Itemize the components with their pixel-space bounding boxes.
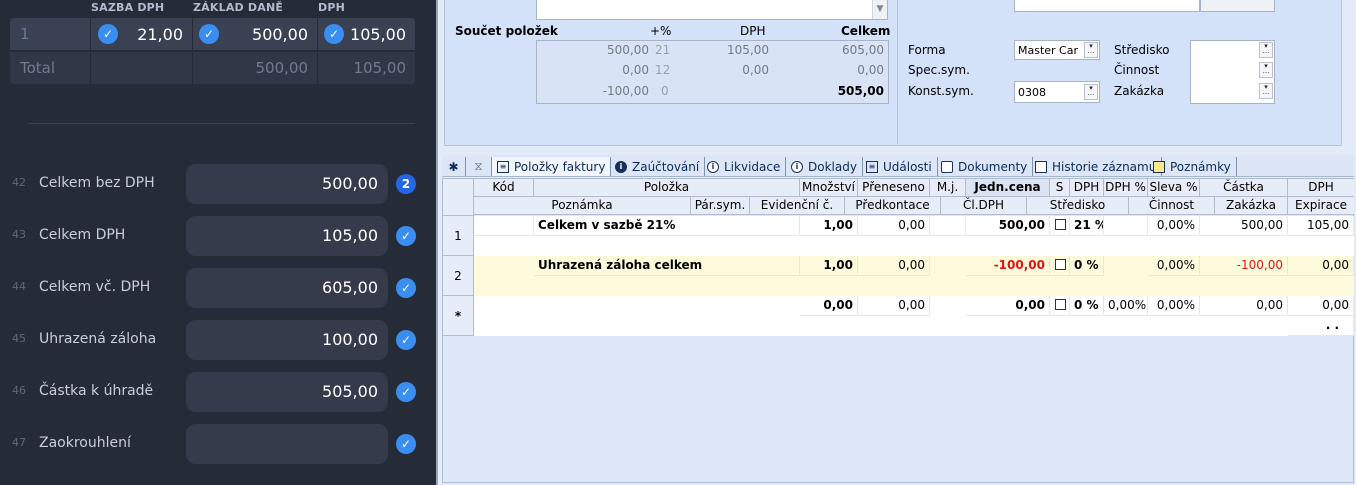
total-ex-vat-field[interactable]: 500,00 <box>186 164 388 204</box>
check-icon[interactable]: ✓ <box>98 24 118 44</box>
center-activity-order-box[interactable]: ▾ ··· ▾ ··· ▾ ··· <box>1190 40 1275 104</box>
scroll-down-icon[interactable]: ▼ <box>872 0 887 19</box>
vat-rate-cell[interactable]: ✓ 21,00 <box>91 18 193 50</box>
vat-row-index: 1 <box>10 18 91 50</box>
total-label: Total <box>10 52 91 84</box>
vat-total-row: Total 500,00 105,00 <box>10 52 415 84</box>
row-selector[interactable]: 2 <box>443 256 474 296</box>
vat-row: 1 ✓ 21,00 ✓ 500,00 ✓ 105,00 <box>10 18 415 50</box>
check-icon[interactable]: ✓ <box>396 278 416 298</box>
dropdown-icon[interactable]: ▾ ··· <box>1259 42 1273 58</box>
dropdown-icon[interactable]: ▾ ··· <box>1259 62 1273 78</box>
summary-panel: SAZBA DPH ZÁKLAD DANĚ DPH 1 ✓ 21,00 ✓ 50… <box>0 0 436 485</box>
tab-likvidace[interactable]: i Likvidace <box>702 157 787 176</box>
summary-line-rounding: 47 Zaokrouhlení ✓ <box>10 424 422 464</box>
tab-doklady[interactable]: i Doklady <box>786 157 863 176</box>
items-grid: Kód Položka Množství Přeneseno M.j. Jedn… <box>442 178 1354 483</box>
divider <box>28 123 415 124</box>
deposit-field[interactable]: 100,00 <box>186 320 388 360</box>
dropdown-icon[interactable]: ▾ ··· <box>1259 83 1273 99</box>
payment-form-select[interactable]: Master Car ▾ ··· <box>1014 40 1100 60</box>
check-icon[interactable]: ✓ <box>396 226 416 246</box>
info-icon: i <box>791 160 803 173</box>
summary-line-total-ex-vat: 42 Celkem bez DPH 500,00 2 <box>10 164 422 204</box>
tab-dokumenty[interactable]: Dokumenty <box>936 157 1034 176</box>
tax-base-header: ZÁKLAD DANĚ <box>193 1 284 14</box>
check-icon[interactable]: ✓ <box>396 382 416 402</box>
invoice-window: ▼ Součet položek +% DPH Celkem 500,00 21… <box>436 0 1356 485</box>
tab-udalosti[interactable]: ≡ Události <box>861 157 938 176</box>
tab-historie[interactable]: Historie záznamu <box>1030 157 1163 176</box>
check-icon[interactable]: ✓ <box>324 24 344 44</box>
new-row-selector[interactable]: * <box>443 296 474 336</box>
summary-line-amount-due: 46 Částka k úhradě 505,00 ✓ <box>10 372 422 412</box>
filter-icon[interactable]: ⧖ <box>466 157 492 176</box>
total-vat-cell: 105,00 <box>353 59 407 77</box>
grid-corner <box>443 179 474 216</box>
dropdown-icon[interactable]: ▾ ··· <box>1084 84 1098 100</box>
info-icon: i <box>707 160 719 173</box>
constant-symbol-select[interactable]: 0308 ▾ ··· <box>1014 81 1100 103</box>
note-icon <box>1153 160 1165 173</box>
dropdown-icon[interactable]: ▾ ··· <box>1084 42 1098 58</box>
top-field-left[interactable] <box>1014 0 1200 12</box>
total-rate-cell <box>91 52 193 84</box>
top-field-right[interactable] <box>1200 0 1275 12</box>
summary-line-deposit: 45 Uhrazená záloha 100,00 ✓ <box>10 320 422 360</box>
checkbox[interactable] <box>1055 259 1066 270</box>
items-sum-table: 500,00 21 105,00 605,00 0,00 12 0,00 0,0… <box>536 40 889 104</box>
check-icon[interactable]: ✓ <box>396 434 416 454</box>
checkbox[interactable] <box>1055 299 1066 310</box>
detail-tabs: ✱ ⧖ ≡ Položky faktury i Zaúčtování i Likvid… <box>442 155 1354 177</box>
rounding-field[interactable] <box>186 424 388 464</box>
calendar-icon: ≡ <box>866 160 878 173</box>
tab-zauctovani[interactable]: i Zaúčtování <box>610 157 706 176</box>
vat-cell[interactable]: ✓ 105,00 <box>318 18 415 50</box>
total-inc-vat-field[interactable]: 605,00 <box>186 268 388 308</box>
vat-rate-header: SAZBA DPH <box>91 1 165 14</box>
check-icon[interactable]: ✓ <box>396 330 416 350</box>
panel-separator <box>897 0 898 144</box>
tax-base-cell[interactable]: ✓ 500,00 <box>193 18 318 50</box>
list-icon: ≡ <box>497 160 509 173</box>
summary-line-total-inc-vat: 44 Celkem vč. DPH 605,00 ✓ <box>10 268 422 308</box>
amount-due-field[interactable]: 505,00 <box>186 372 388 412</box>
items-sum-title: Součet položek <box>455 24 558 38</box>
new-record-icon[interactable]: ✱ <box>442 157 466 176</box>
total-base-cell: 500,00 <box>193 52 318 84</box>
document-icon <box>1035 160 1047 173</box>
memo-field[interactable]: ▼ <box>536 0 888 20</box>
checkbox[interactable] <box>1055 219 1066 230</box>
info-icon: i <box>615 160 627 173</box>
tab-poznamky[interactable]: Poznámky <box>1148 157 1237 176</box>
check-icon[interactable]: ✓ <box>199 24 219 44</box>
summary-line-total-vat: 43 Celkem DPH 105,00 ✓ <box>10 216 422 256</box>
invoice-header-panel: ▼ Součet položek +% DPH Celkem 500,00 21… <box>444 0 1342 146</box>
tab-polozky[interactable]: ≡ Položky faktury <box>492 157 612 176</box>
row-selector[interactable]: 1 <box>443 216 474 256</box>
folder-icon <box>941 160 953 173</box>
total-vat-field[interactable]: 105,00 <box>186 216 388 256</box>
count-badge[interactable]: 2 <box>396 174 416 194</box>
vat-header: DPH <box>318 1 345 14</box>
